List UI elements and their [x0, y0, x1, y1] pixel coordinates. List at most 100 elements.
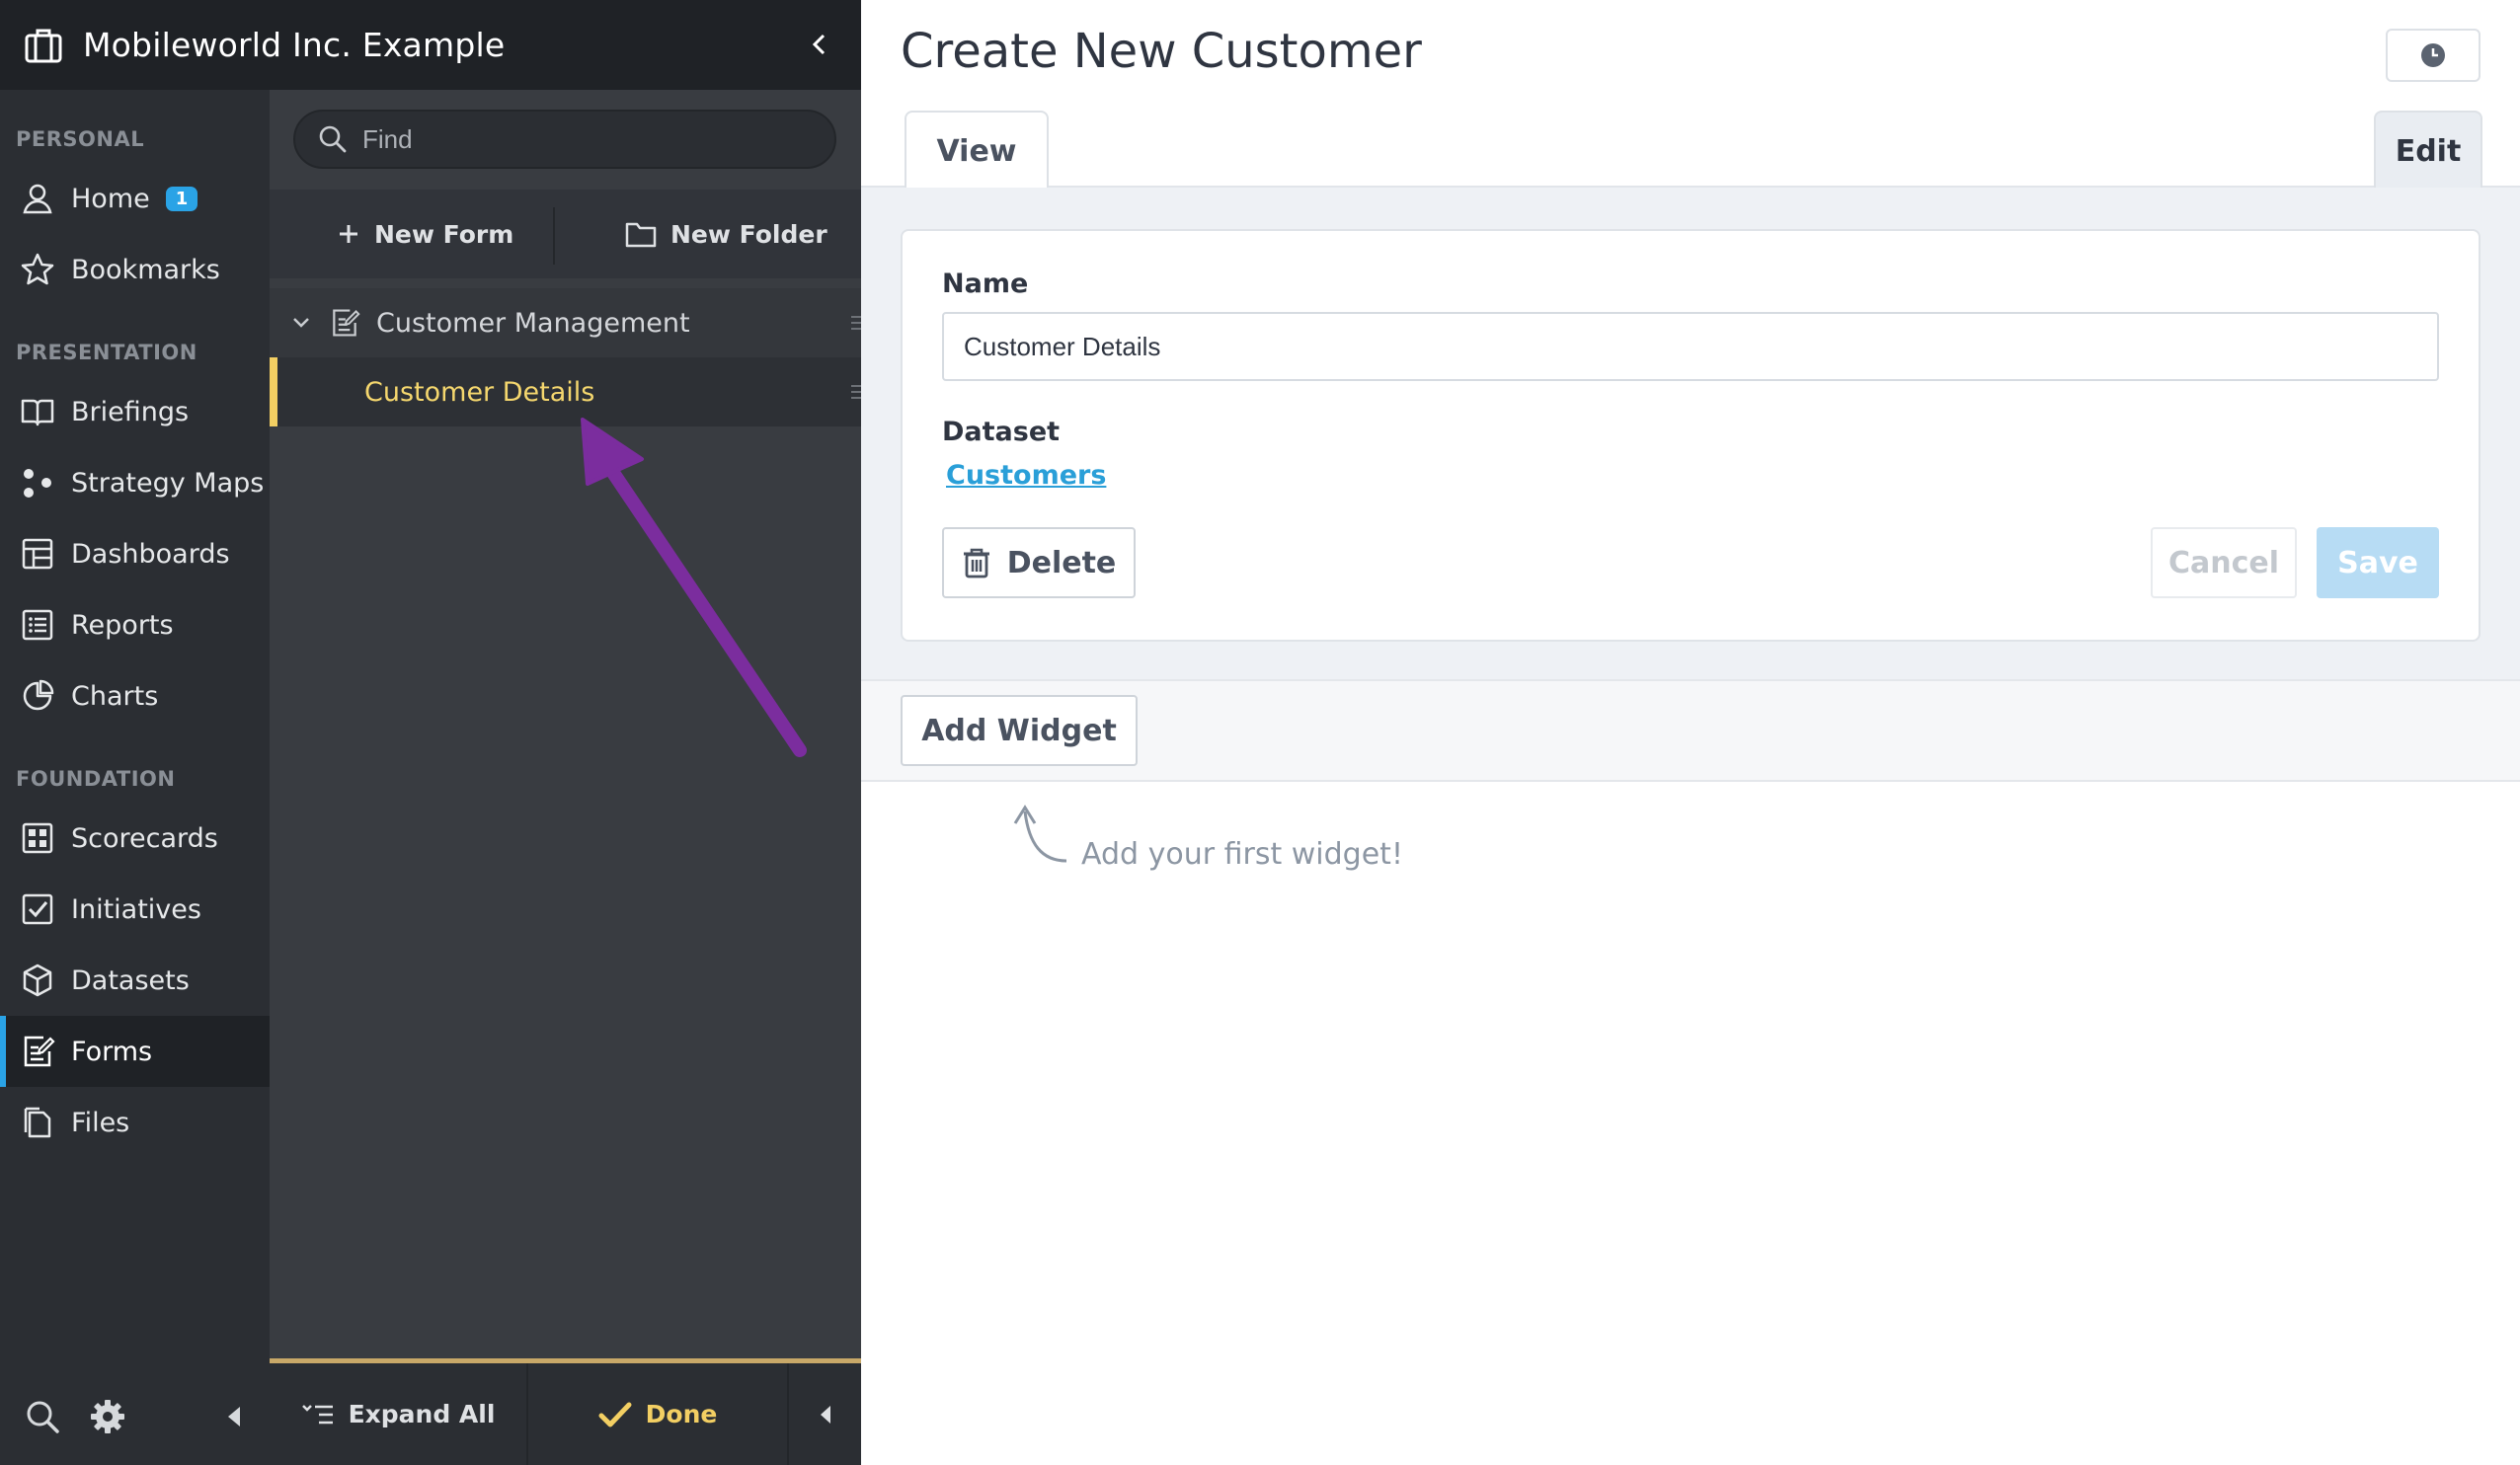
nav-item-dashboards[interactable]: Dashboards [0, 518, 270, 589]
nav-item-datasets[interactable]: Datasets [0, 945, 270, 1016]
org-header: Mobileworld Inc. Example [0, 0, 861, 90]
form-settings-card: Name Dataset Customers Delete Cancel Sav… [901, 229, 2481, 642]
user-icon [23, 184, 52, 214]
delete-button[interactable]: Delete [942, 527, 1136, 598]
expand-all-icon [301, 1404, 333, 1424]
form-editor-area: Name Dataset Customers Delete Cancel Sav… [861, 188, 2520, 679]
tree-folder-label: Customer Management [376, 307, 690, 339]
nav-label-dashboards: Dashboards [71, 538, 230, 570]
widget-toolbar: Add Widget [861, 679, 2520, 782]
new-folder-label: New Folder [670, 219, 827, 249]
nav-footer [0, 1366, 270, 1465]
page-title: Create New Customer [901, 24, 1422, 79]
nav-label-files: Files [71, 1107, 130, 1138]
history-button[interactable] [2386, 29, 2481, 82]
cancel-button[interactable]: Cancel [2151, 527, 2297, 598]
nav-item-scorecards[interactable]: Scorecards [0, 803, 270, 874]
search-icon [319, 125, 347, 153]
nav-item-bookmarks[interactable]: Bookmarks [0, 234, 270, 305]
tree-folder-customer-management[interactable]: Customer Management [270, 288, 861, 357]
plus-icon [340, 225, 357, 243]
nav-item-forms[interactable]: Forms [0, 1016, 270, 1087]
nav-section-presentation: PRESENTATION [16, 341, 197, 364]
tree-search[interactable] [293, 110, 836, 169]
nav-label-charts: Charts [71, 680, 159, 712]
dashboard-icon [22, 538, 53, 570]
nav-item-charts[interactable]: Charts [0, 660, 270, 732]
new-form-label: New Form [374, 219, 514, 249]
new-folder-button[interactable]: New Folder [625, 220, 827, 249]
nav-label-reports: Reports [71, 609, 174, 641]
actions-divider [553, 207, 555, 265]
drag-handle-icon[interactable] [847, 383, 861, 401]
clock-icon [2421, 43, 2445, 67]
new-form-button[interactable]: New Form [337, 220, 513, 249]
chevron-down-icon[interactable] [291, 313, 311, 333]
main-nav: PERSONAL Home 1 Bookmarks PRESENTATION B… [0, 90, 270, 1465]
main-content: Create New Customer View Edit Name Datas… [861, 0, 2520, 1465]
empty-hint-text: Add your first widget! [1081, 837, 1403, 872]
nav-label-briefings: Briefings [71, 396, 190, 427]
scorecard-icon [22, 822, 53, 854]
gear-icon[interactable] [89, 1398, 126, 1435]
done-label: Done [645, 1400, 718, 1428]
org-name: Mobileworld Inc. Example [83, 26, 506, 64]
nav-item-home[interactable]: Home 1 [0, 163, 270, 234]
form-edit-icon [333, 309, 360, 337]
nav-item-files[interactable]: Files [0, 1087, 270, 1158]
dataset-label: Dataset [942, 417, 1061, 447]
files-icon [24, 1107, 51, 1138]
trash-icon [963, 548, 989, 578]
nav-section-foundation: FOUNDATION [16, 767, 176, 791]
nav-item-initiatives[interactable]: Initiatives [0, 874, 270, 945]
caret-left-icon [820, 1405, 830, 1424]
tree-footer: Expand All Done [270, 1358, 861, 1465]
cube-icon [23, 964, 52, 997]
forms-tree-panel: New Form New Folder Customer Management [270, 90, 861, 1465]
book-icon [21, 399, 54, 426]
tab-view[interactable]: View [905, 111, 1049, 190]
nav-label-bookmarks: Bookmarks [71, 254, 220, 285]
save-button[interactable]: Save [2317, 527, 2439, 598]
delete-label: Delete [1006, 545, 1117, 580]
nav-label-strategy-maps: Strategy Maps [71, 467, 265, 499]
tree-item-label: Customer Details [364, 376, 595, 408]
folder-icon [625, 222, 657, 248]
nav-label-datasets: Datasets [71, 964, 190, 996]
nav-section-personal: PERSONAL [16, 127, 145, 151]
dataset-link[interactable]: Customers [946, 460, 1106, 491]
tab-edit[interactable]: Edit [2374, 111, 2482, 190]
home-count-badge: 1 [165, 186, 198, 211]
tab-bar: View Edit [861, 111, 2520, 190]
expand-all-label: Expand All [348, 1400, 496, 1428]
checkmark-icon [598, 1402, 632, 1426]
nav-item-strategy-maps[interactable]: Strategy Maps [0, 447, 270, 518]
search-icon[interactable] [24, 1398, 61, 1435]
strategy-map-icon [24, 469, 51, 498]
caret-left-icon[interactable] [222, 1398, 246, 1435]
nav-label-home: Home [71, 183, 150, 214]
nav-label-scorecards: Scorecards [71, 822, 218, 854]
add-widget-button[interactable]: Add Widget [901, 695, 1138, 766]
nav-item-reports[interactable]: Reports [0, 589, 270, 660]
report-list-icon [22, 609, 53, 641]
collapse-panel-button[interactable] [789, 1363, 861, 1465]
nav-label-initiatives: Initiatives [71, 893, 201, 925]
annotation-arrow-icon [581, 418, 807, 757]
briefcase-icon [25, 29, 62, 62]
empty-hint: Add your first widget! [1007, 800, 1501, 879]
name-input[interactable] [942, 312, 2439, 381]
form-edit-icon [24, 1036, 55, 1067]
tree-search-input[interactable] [362, 123, 797, 155]
done-button[interactable]: Done [528, 1363, 787, 1465]
nav-item-briefings[interactable]: Briefings [0, 376, 270, 447]
star-icon [21, 253, 54, 285]
checkbox-icon [22, 893, 53, 925]
drag-handle-icon[interactable] [847, 314, 861, 332]
expand-all-button[interactable]: Expand All [270, 1363, 526, 1465]
nav-label-forms: Forms [71, 1036, 153, 1067]
chevron-left-icon[interactable] [808, 32, 831, 57]
curved-arrow-icon [1013, 805, 1067, 863]
name-label: Name [942, 269, 1029, 299]
tree-actions: New Form New Folder [270, 190, 861, 278]
